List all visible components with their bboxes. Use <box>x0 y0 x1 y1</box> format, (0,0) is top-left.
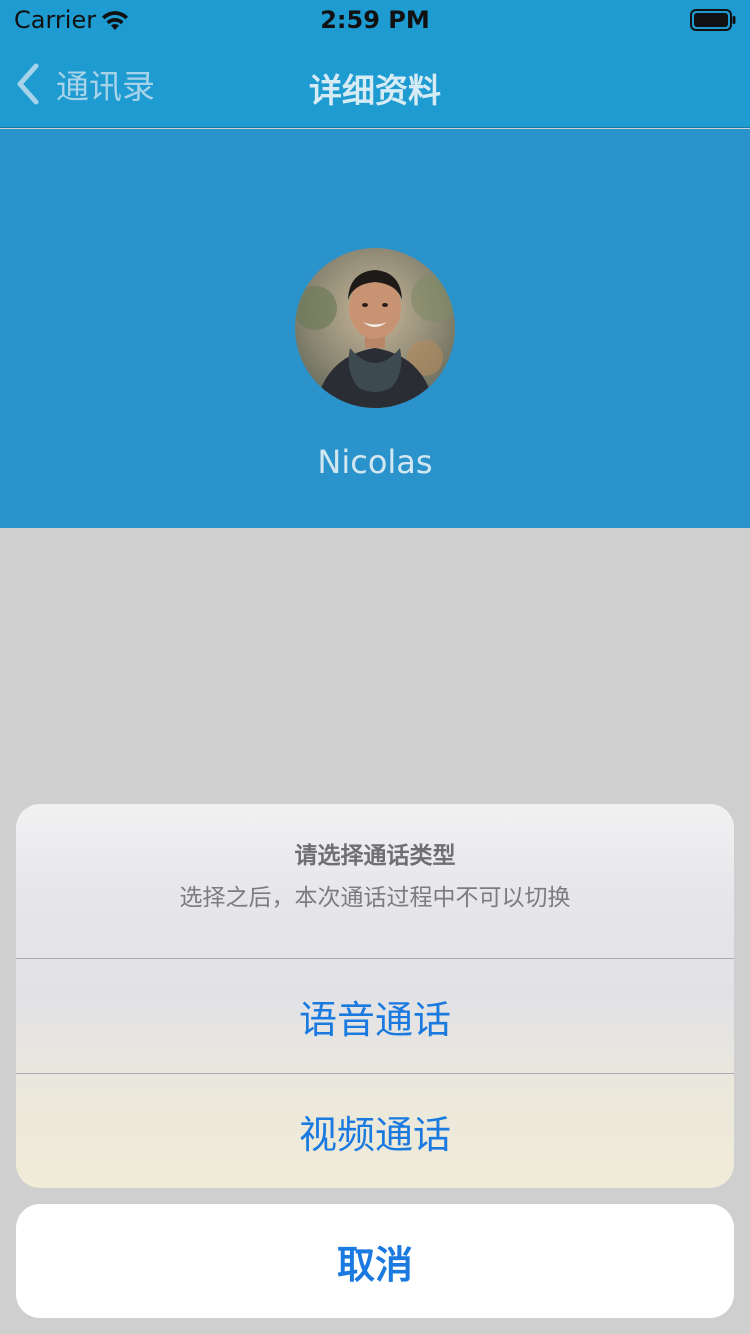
status-bar: Carrier 2:59 PM <box>0 0 750 40</box>
action-sheet-header: 请选择通话类型 选择之后，本次通话过程中不可以切换 <box>16 804 734 958</box>
profile-name: Nicolas <box>317 443 433 481</box>
avatar[interactable] <box>295 248 455 408</box>
status-time: 2:59 PM <box>320 6 430 34</box>
screen: Carrier 2:59 PM 通讯录 详细资料 Nicolas 请选择通话类型… <box>0 0 750 1334</box>
navigation-bar: 通讯录 详细资料 <box>0 40 750 128</box>
cancel-button[interactable]: 取消 <box>16 1204 734 1318</box>
action-sheet-title: 请选择通话类型 <box>294 843 456 869</box>
video-call-button[interactable]: 视频通话 <box>16 1074 734 1188</box>
action-sheet: 请选择通话类型 选择之后，本次通话过程中不可以切换 语音通话 视频通话 <box>16 804 734 1188</box>
page-title: 详细资料 <box>309 71 441 110</box>
action-sheet-message: 选择之后，本次通话过程中不可以切换 <box>179 885 571 911</box>
avatar-photo <box>295 248 455 408</box>
profile-header: Nicolas <box>0 129 750 528</box>
battery-icon <box>690 9 736 31</box>
voice-call-button[interactable]: 语音通话 <box>16 959 734 1073</box>
